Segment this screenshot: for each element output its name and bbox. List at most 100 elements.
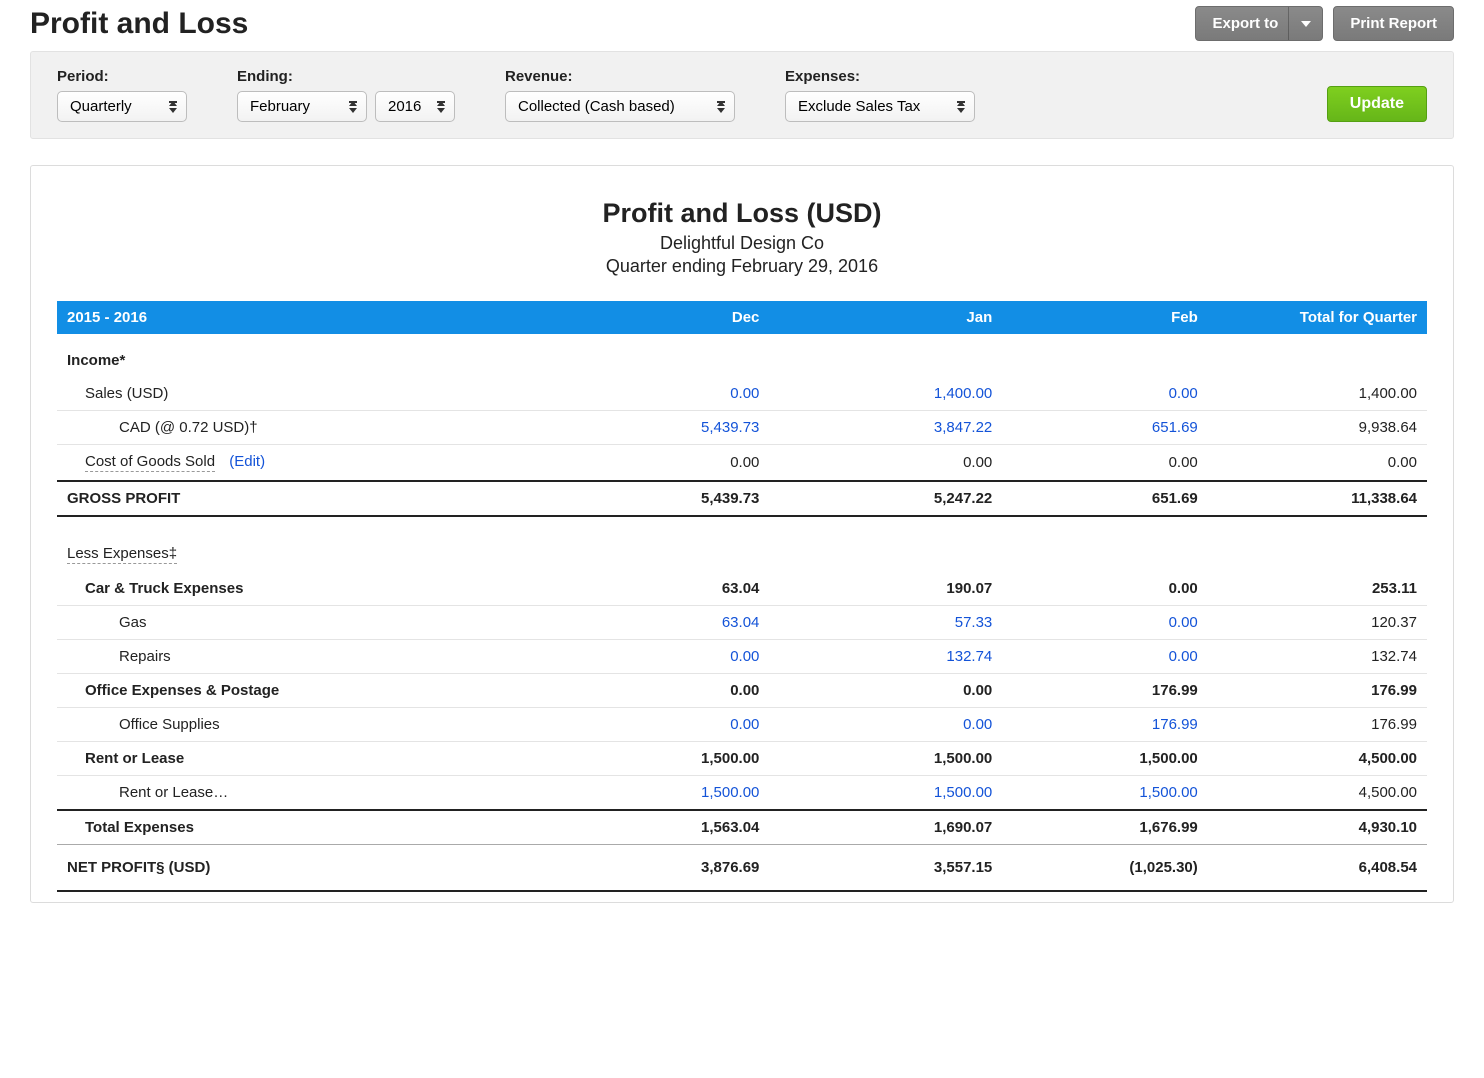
period-select[interactable]: Quarterly (57, 91, 187, 122)
col-range: 2015 - 2016 (57, 301, 578, 334)
table-row: Office Expenses & Postage 0.00 0.00 176.… (57, 674, 1427, 708)
cell[interactable]: 132.74 (769, 640, 1002, 674)
expenses-label: Expenses: (785, 68, 975, 85)
print-report-button[interactable]: Print Report (1333, 6, 1454, 41)
cell: 120.37 (1208, 606, 1427, 640)
cell: 0.00 (578, 674, 770, 708)
net-profit-row: NET PROFIT§ (USD) 3,876.69 3,557.15 (1,0… (57, 845, 1427, 892)
car-label: Car & Truck Expenses (57, 572, 578, 606)
cell: 4,500.00 (1208, 776, 1427, 811)
gross-profit-row: GROSS PROFIT 5,439.73 5,247.22 651.69 11… (57, 481, 1427, 516)
page-title: Profit and Loss (30, 7, 248, 41)
table-row: Gas 63.04 57.33 0.00 120.37 (57, 606, 1427, 640)
revenue-label: Revenue: (505, 68, 735, 85)
income-header: Income* (57, 334, 1427, 377)
col-total: Total for Quarter (1208, 301, 1427, 334)
table-row: Rent or Lease 1,500.00 1,500.00 1,500.00… (57, 742, 1427, 776)
cell[interactable]: 0.00 (1002, 377, 1208, 411)
cell[interactable]: 3,847.22 (769, 411, 1002, 445)
cogs-label: Cost of Goods Sold (Edit) (57, 445, 578, 482)
report-subtitle: Quarter ending February 29, 2016 (57, 256, 1427, 277)
table-row: Car & Truck Expenses 63.04 190.07 0.00 2… (57, 572, 1427, 606)
cell: 0.00 (578, 445, 770, 482)
period-label: Period: (57, 68, 187, 85)
filter-bar: Period: Quarterly Ending: February 2016 (30, 51, 1454, 139)
cell[interactable]: 1,400.00 (769, 377, 1002, 411)
table-row: Cost of Goods Sold (Edit) 0.00 0.00 0.00… (57, 445, 1427, 482)
table-row: Office Supplies 0.00 0.00 176.99 176.99 (57, 708, 1427, 742)
cell: 0.00 (1002, 445, 1208, 482)
cell[interactable]: 63.04 (578, 606, 770, 640)
cell: 190.07 (769, 572, 1002, 606)
cell: 63.04 (578, 572, 770, 606)
cell: 4,500.00 (1208, 742, 1427, 776)
cell[interactable]: 0.00 (578, 708, 770, 742)
cell: 3,557.15 (769, 845, 1002, 892)
cell[interactable]: 0.00 (769, 708, 1002, 742)
revenue-select[interactable]: Collected (Cash based) (505, 91, 735, 122)
cell[interactable]: 176.99 (1002, 708, 1208, 742)
cell: 11,338.64 (1208, 481, 1427, 516)
total-expenses-label: Total Expenses (57, 810, 578, 845)
ending-month-select[interactable]: February (237, 91, 367, 122)
cell: 132.74 (1208, 640, 1427, 674)
gross-label: GROSS PROFIT (57, 481, 578, 516)
chevron-down-icon (1288, 7, 1322, 40)
less-expenses-header: Less Expenses‡ (57, 516, 1427, 572)
table-row: Repairs 0.00 132.74 0.00 132.74 (57, 640, 1427, 674)
cad-label: CAD (@ 0.72 USD)† (57, 411, 578, 445)
profit-loss-table: 2015 - 2016 Dec Jan Feb Total for Quarte… (57, 301, 1427, 892)
net-profit-label: NET PROFIT§ (USD) (57, 845, 578, 892)
cell: 5,439.73 (578, 481, 770, 516)
cell: 253.11 (1208, 572, 1427, 606)
cell[interactable]: 651.69 (1002, 411, 1208, 445)
cell: 651.69 (1002, 481, 1208, 516)
cell: 176.99 (1208, 708, 1427, 742)
cogs-text: Cost of Goods Sold (85, 453, 215, 472)
cell: 0.00 (1208, 445, 1427, 482)
table-row: Rent or Lease… 1,500.00 1,500.00 1,500.0… (57, 776, 1427, 811)
rent-label: Rent or Lease (57, 742, 578, 776)
export-to-button[interactable]: Export to (1195, 6, 1323, 41)
cell: 0.00 (769, 674, 1002, 708)
cell: 1,500.00 (769, 742, 1002, 776)
office-label: Office Expenses & Postage (57, 674, 578, 708)
cell: 3,876.69 (578, 845, 770, 892)
rent-sub-label: Rent or Lease… (57, 776, 578, 811)
cell: 5,247.22 (769, 481, 1002, 516)
report-company: Delightful Design Co (57, 233, 1427, 254)
cell[interactable]: 0.00 (1002, 640, 1208, 674)
export-to-label: Export to (1212, 15, 1278, 32)
cell: 1,676.99 (1002, 810, 1208, 845)
expenses-select[interactable]: Exclude Sales Tax (785, 91, 975, 122)
col-feb: Feb (1002, 301, 1208, 334)
cell: 0.00 (769, 445, 1002, 482)
cell: 6,408.54 (1208, 845, 1427, 892)
col-dec: Dec (578, 301, 770, 334)
gas-label: Gas (57, 606, 578, 640)
repairs-label: Repairs (57, 640, 578, 674)
table-row: CAD (@ 0.72 USD)† 5,439.73 3,847.22 651.… (57, 411, 1427, 445)
cell[interactable]: 0.00 (578, 377, 770, 411)
cell[interactable]: 5,439.73 (578, 411, 770, 445)
supplies-label: Office Supplies (57, 708, 578, 742)
total-expenses-row: Total Expenses 1,563.04 1,690.07 1,676.9… (57, 810, 1427, 845)
cell: 176.99 (1208, 674, 1427, 708)
report-title: Profit and Loss (USD) (57, 198, 1427, 229)
update-button[interactable]: Update (1327, 86, 1427, 122)
cell: (1,025.30) (1002, 845, 1208, 892)
cell[interactable]: 0.00 (578, 640, 770, 674)
cell[interactable]: 0.00 (1002, 606, 1208, 640)
ending-label: Ending: (237, 68, 455, 85)
cell[interactable]: 1,500.00 (1002, 776, 1208, 811)
cell: 0.00 (1002, 572, 1208, 606)
cell[interactable]: 57.33 (769, 606, 1002, 640)
cell: 1,563.04 (578, 810, 770, 845)
ending-year-select[interactable]: 2016 (375, 91, 455, 122)
cell: 1,500.00 (1002, 742, 1208, 776)
cogs-edit-link[interactable]: (Edit) (229, 453, 265, 470)
cell[interactable]: 1,500.00 (769, 776, 1002, 811)
cell[interactable]: 1,500.00 (578, 776, 770, 811)
cell: 1,690.07 (769, 810, 1002, 845)
table-row: Sales (USD) 0.00 1,400.00 0.00 1,400.00 (57, 377, 1427, 411)
